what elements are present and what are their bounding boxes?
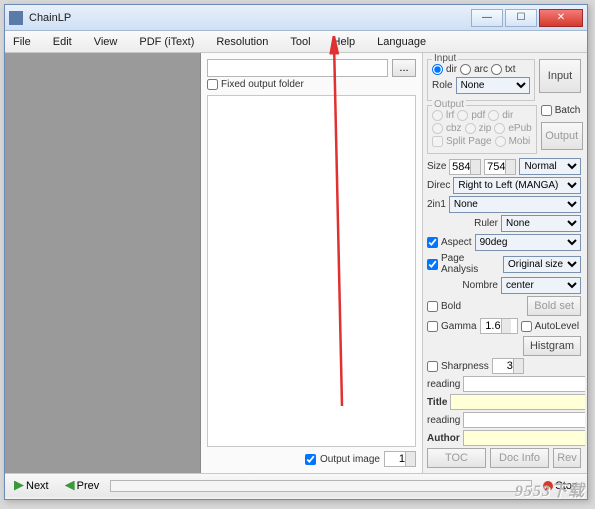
- twoin1-select[interactable]: None: [449, 196, 581, 213]
- batch-check[interactable]: [541, 105, 552, 116]
- minimize-button[interactable]: —: [471, 9, 503, 27]
- file-panel: ... Fixed output folder Output image: [201, 53, 423, 473]
- fixed-output-checkbox[interactable]: [207, 79, 218, 90]
- epub-radio: [494, 123, 505, 134]
- title-input[interactable]: [450, 394, 585, 410]
- output-image-label: Output image: [320, 454, 380, 465]
- direc-select[interactable]: Right to Left (MANGA): [453, 177, 581, 194]
- gamma-spin[interactable]: [480, 318, 518, 334]
- pdf-radio: [457, 110, 468, 121]
- output-button: Output: [541, 122, 583, 150]
- titlebar[interactable]: ChainLP — ☐ ✕: [5, 5, 587, 31]
- sharpness-check[interactable]: [427, 361, 438, 372]
- output-image-spin[interactable]: [384, 451, 416, 467]
- rev-button: Rev: [553, 448, 581, 468]
- role-select[interactable]: None: [456, 77, 530, 94]
- menu-pdf[interactable]: PDF (iText): [135, 34, 198, 50]
- output-legend: Output: [432, 99, 466, 110]
- app-icon: [9, 11, 23, 25]
- preview-panel: [5, 53, 201, 473]
- mobi-radio: [495, 136, 506, 147]
- txt-radio[interactable]: [491, 64, 502, 75]
- pageanalysis-check[interactable]: [427, 259, 438, 270]
- output-image-checkbox[interactable]: [305, 454, 316, 465]
- fixed-output-label: Fixed output folder: [221, 79, 304, 90]
- menu-view[interactable]: View: [90, 34, 122, 50]
- file-list[interactable]: [207, 95, 416, 447]
- lrf-radio: [432, 110, 443, 121]
- menu-language[interactable]: Language: [373, 34, 430, 50]
- ruler-select[interactable]: None: [501, 215, 581, 232]
- menubar: File Edit View PDF (iText) Resolution To…: [5, 31, 587, 53]
- boldset-button: Bold set: [527, 296, 581, 316]
- close-button[interactable]: ✕: [539, 9, 583, 27]
- menu-file[interactable]: File: [9, 34, 35, 50]
- aspect-check[interactable]: [427, 237, 438, 248]
- reading1-input[interactable]: [463, 376, 585, 392]
- watermark: 9553下载: [515, 477, 585, 501]
- histgram-button[interactable]: Histgram: [523, 336, 581, 356]
- next-button[interactable]: Next: [9, 478, 54, 494]
- next-icon: [14, 481, 24, 491]
- nombre-select[interactable]: center: [501, 277, 581, 294]
- size-mode-select[interactable]: Normal: [519, 158, 581, 175]
- input-legend: Input: [432, 53, 458, 64]
- prev-button[interactable]: Prev: [60, 478, 105, 494]
- menu-resolution[interactable]: Resolution: [212, 34, 272, 50]
- menu-help[interactable]: Help: [329, 34, 360, 50]
- statusbar: Next Prev Stop: [5, 473, 587, 497]
- menu-tool[interactable]: Tool: [286, 34, 314, 50]
- autolevel-check[interactable]: [521, 321, 532, 332]
- zip-radio: [465, 123, 476, 134]
- splitpage-check: [432, 136, 443, 147]
- settings-panel: Input dir arc txt Role None Input Output: [423, 53, 585, 473]
- app-window: ChainLP — ☐ ✕ File Edit View PDF (iText)…: [4, 4, 588, 500]
- cbz-radio: [432, 123, 443, 134]
- path-input[interactable]: [207, 59, 388, 77]
- dir-radio[interactable]: [432, 64, 443, 75]
- size-h-spin[interactable]: [484, 159, 516, 175]
- progress-bar: [110, 480, 532, 492]
- pageanalysis-select[interactable]: Original size: [503, 256, 581, 273]
- toc-button: TOC: [427, 448, 486, 468]
- author-input[interactable]: [463, 430, 585, 446]
- reading2-input[interactable]: [463, 412, 585, 428]
- docinfo-button: Doc Info: [490, 448, 549, 468]
- bold-check[interactable]: [427, 301, 438, 312]
- sharpness-spin[interactable]: [492, 358, 524, 374]
- prev-icon: [65, 481, 75, 491]
- gamma-check[interactable]: [427, 321, 438, 332]
- dir2-radio: [488, 110, 499, 121]
- input-button[interactable]: Input: [539, 59, 581, 93]
- maximize-button[interactable]: ☐: [505, 9, 537, 27]
- arc-radio[interactable]: [460, 64, 471, 75]
- size-w-spin[interactable]: [449, 159, 481, 175]
- aspect-select[interactable]: 90deg: [475, 234, 581, 251]
- window-title: ChainLP: [29, 12, 471, 24]
- menu-edit[interactable]: Edit: [49, 34, 76, 50]
- browse-button[interactable]: ...: [392, 59, 416, 77]
